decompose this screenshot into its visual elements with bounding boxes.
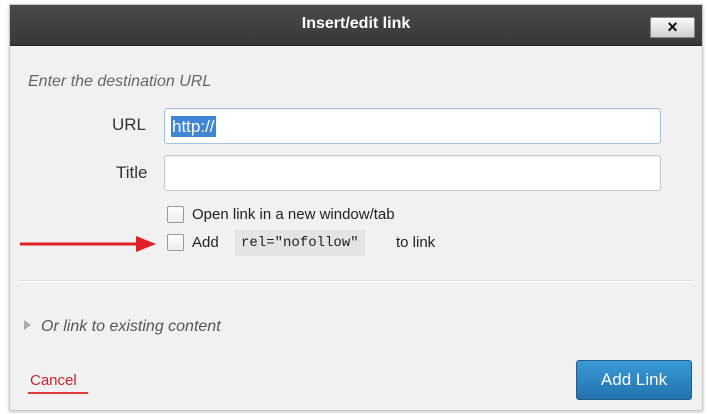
close-button[interactable]: ×	[650, 17, 695, 38]
nofollow-label-prefix: Add	[192, 234, 219, 251]
link-existing-content-label: Or link to existing content	[41, 318, 221, 335]
open-new-window-label: Open link in a new window/tab	[192, 206, 395, 223]
nofollow-option: Add rel="nofollow" to link	[167, 230, 467, 256]
dialog-title: Insert/edit link	[301, 15, 411, 32]
cancel-link[interactable]: Cancel	[30, 372, 77, 389]
insert-link-dialog: Insert/edit link × Enter the destination…	[9, 4, 703, 411]
url-input[interactable]: http://	[164, 108, 661, 144]
open-new-window-checkbox[interactable]	[167, 206, 184, 223]
close-x-icon: ×	[667, 17, 678, 37]
section-divider	[20, 280, 692, 282]
title-input[interactable]	[164, 155, 661, 191]
cancel-underline	[28, 392, 88, 394]
triangle-right-icon	[24, 320, 31, 330]
url-input-value: http://	[171, 116, 216, 137]
red-arrow-icon	[20, 236, 156, 252]
destination-url-prompt: Enter the destination URL	[28, 73, 212, 90]
nofollow-label-suffix: to link	[396, 234, 436, 251]
nofollow-code: rel="nofollow"	[235, 230, 365, 256]
dialog-titlebar: Insert/edit link ×	[10, 5, 702, 46]
url-label: URL	[112, 115, 147, 134]
link-existing-content-toggle[interactable]: Or link to existing content	[24, 318, 221, 336]
add-link-button[interactable]: Add Link	[576, 360, 692, 400]
open-new-window-option: Open link in a new window/tab	[167, 206, 467, 226]
title-label: Title	[116, 163, 148, 182]
nofollow-checkbox[interactable]	[167, 234, 184, 251]
